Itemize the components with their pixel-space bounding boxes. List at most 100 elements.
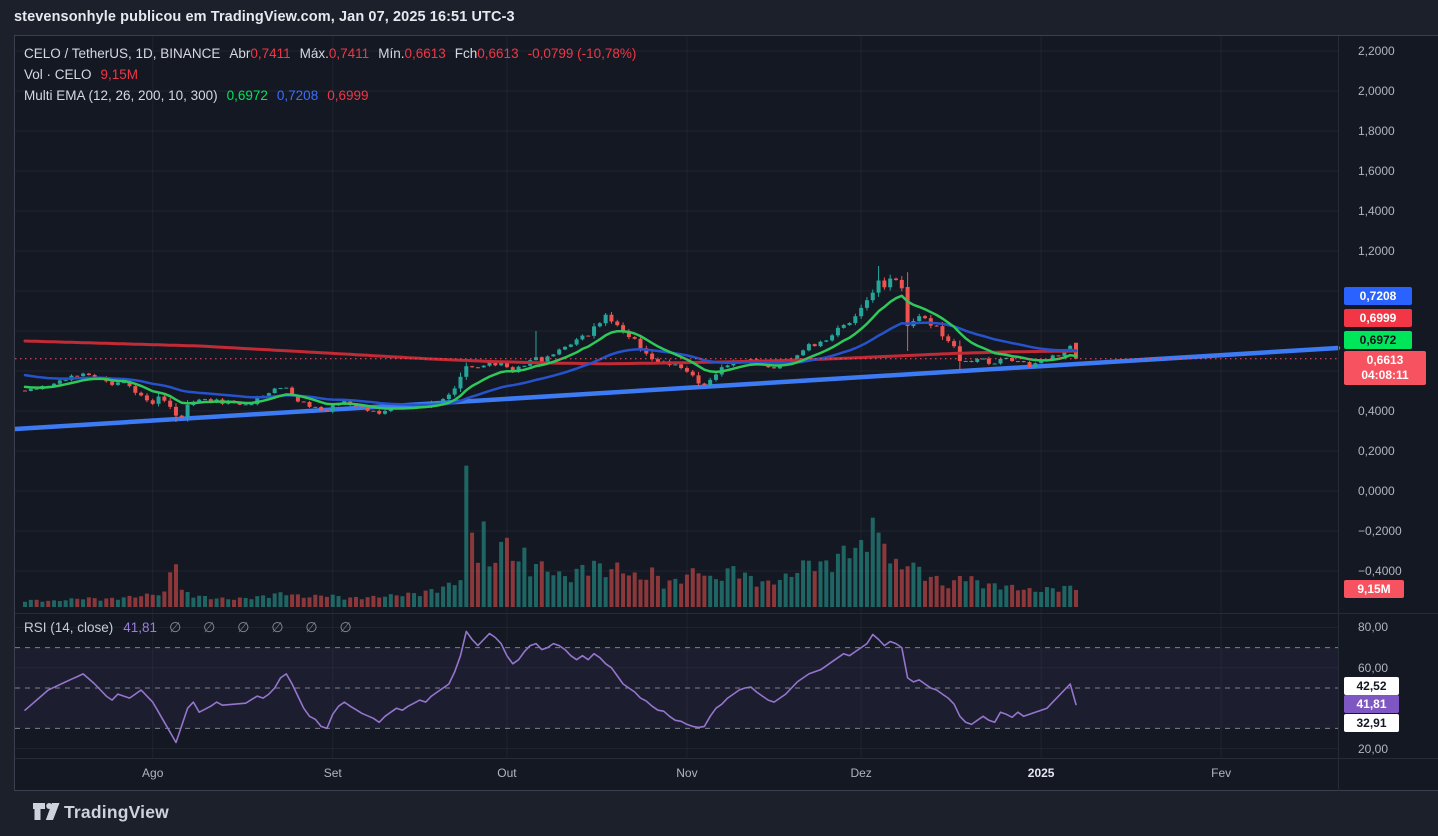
candle-body[interactable] bbox=[952, 341, 957, 347]
candle-body[interactable] bbox=[481, 365, 486, 368]
volume-bar[interactable] bbox=[34, 599, 39, 607]
ema-200-line[interactable] bbox=[23, 339, 1078, 366]
volume-bar[interactable] bbox=[353, 596, 358, 607]
volume-bar[interactable] bbox=[986, 583, 991, 607]
candle-body[interactable] bbox=[150, 400, 155, 404]
candle-body[interactable] bbox=[615, 321, 620, 326]
volume-bar[interactable] bbox=[522, 547, 527, 607]
volume-bar[interactable] bbox=[621, 573, 626, 607]
candle-body[interactable] bbox=[673, 364, 678, 366]
volume-bar[interactable] bbox=[981, 588, 986, 607]
volume-bar[interactable] bbox=[417, 596, 422, 607]
candle-body[interactable] bbox=[870, 292, 875, 301]
volume-bar[interactable] bbox=[760, 581, 765, 607]
candle-body[interactable] bbox=[1015, 361, 1020, 363]
candle-body[interactable] bbox=[812, 344, 817, 347]
volume-bar[interactable] bbox=[830, 572, 835, 607]
volume-bar[interactable] bbox=[528, 576, 533, 607]
volume-bar[interactable] bbox=[46, 600, 51, 607]
volume-bar[interactable] bbox=[313, 594, 318, 607]
volume-bar[interactable] bbox=[551, 575, 556, 607]
volume-bar[interactable] bbox=[568, 582, 573, 607]
volume-bar[interactable] bbox=[708, 575, 713, 607]
candle-body[interactable] bbox=[313, 406, 318, 408]
volume-bar[interactable] bbox=[882, 543, 887, 607]
volume-bar[interactable] bbox=[1027, 588, 1032, 607]
candle-body[interactable] bbox=[580, 335, 585, 340]
volume-bar[interactable] bbox=[63, 600, 68, 607]
volume-bar[interactable] bbox=[969, 576, 974, 607]
symbol-name[interactable]: CELO / TetherUS, 1D, BINANCE bbox=[24, 46, 220, 61]
volume-bar[interactable] bbox=[1050, 588, 1055, 607]
candle-body[interactable] bbox=[969, 360, 974, 362]
candle-body[interactable] bbox=[1033, 363, 1038, 368]
volume-bar[interactable] bbox=[615, 562, 620, 607]
candle-body[interactable] bbox=[115, 382, 120, 385]
volume-bar[interactable] bbox=[40, 601, 45, 607]
volume-bar[interactable] bbox=[324, 596, 329, 607]
volume-bar[interactable] bbox=[249, 599, 254, 607]
candle-body[interactable] bbox=[441, 399, 446, 402]
volume-bar[interactable] bbox=[52, 600, 57, 607]
volume-bar[interactable] bbox=[504, 537, 509, 607]
candle-body[interactable] bbox=[173, 406, 178, 416]
volume-bar[interactable] bbox=[557, 571, 562, 607]
candle-body[interactable] bbox=[998, 358, 1003, 364]
volume-bar[interactable] bbox=[197, 595, 202, 607]
volume-bar[interactable] bbox=[348, 597, 353, 607]
volume-bar[interactable] bbox=[626, 575, 631, 607]
volume-bar[interactable] bbox=[905, 566, 910, 607]
volume-bar[interactable] bbox=[934, 575, 939, 607]
candle-body[interactable] bbox=[458, 376, 463, 389]
volume-bar[interactable] bbox=[719, 580, 724, 607]
volume-bar[interactable] bbox=[232, 599, 237, 607]
volume-bar[interactable] bbox=[464, 465, 469, 607]
volume-bar[interactable] bbox=[237, 597, 242, 607]
volume-bar[interactable] bbox=[963, 581, 968, 607]
candle-body[interactable] bbox=[679, 364, 684, 369]
time-axis-label[interactable]: Nov bbox=[676, 766, 697, 780]
volume-bar[interactable] bbox=[150, 594, 155, 607]
candle-body[interactable] bbox=[940, 326, 945, 337]
candle-body[interactable] bbox=[609, 314, 614, 322]
volume-bar[interactable] bbox=[481, 521, 486, 607]
candle-body[interactable] bbox=[992, 363, 997, 365]
volume-bar[interactable] bbox=[690, 568, 695, 607]
volume-bar[interactable] bbox=[255, 596, 260, 607]
candle-body[interactable] bbox=[557, 349, 562, 355]
volume-bar[interactable] bbox=[208, 599, 213, 607]
volume-bar[interactable] bbox=[92, 598, 97, 607]
volume-bar[interactable] bbox=[301, 597, 306, 607]
candle-body[interactable] bbox=[684, 368, 689, 372]
volume-bar[interactable] bbox=[1039, 591, 1044, 607]
tradingview-logo-icon[interactable] bbox=[33, 803, 60, 826]
candle-body[interactable] bbox=[882, 280, 887, 288]
trendline[interactable] bbox=[15, 345, 1341, 432]
volume-bar[interactable] bbox=[1015, 590, 1020, 607]
volume-bar[interactable] bbox=[23, 601, 27, 607]
candle-body[interactable] bbox=[359, 406, 364, 408]
time-axis-label[interactable]: Out bbox=[497, 766, 516, 780]
candle-body[interactable] bbox=[57, 380, 62, 384]
volume-bar[interactable] bbox=[69, 598, 74, 607]
volume-bar[interactable] bbox=[98, 600, 103, 607]
volume-bar[interactable] bbox=[278, 592, 283, 607]
volume-bar[interactable] bbox=[632, 572, 637, 607]
volume-bar[interactable] bbox=[139, 596, 144, 607]
volume-bar[interactable] bbox=[168, 572, 173, 607]
volume-bar[interactable] bbox=[475, 562, 480, 607]
volume-bar[interactable] bbox=[1056, 591, 1061, 607]
volume-bar[interactable] bbox=[75, 598, 80, 607]
volume-bar[interactable] bbox=[673, 578, 678, 607]
candle-body[interactable] bbox=[475, 367, 480, 369]
volume-bar[interactable] bbox=[220, 597, 225, 607]
volume-bar[interactable] bbox=[992, 583, 997, 607]
volume-bar[interactable] bbox=[603, 577, 608, 607]
volume-bar[interactable] bbox=[121, 597, 126, 607]
volume-bar[interactable] bbox=[371, 595, 376, 607]
volume-bar[interactable] bbox=[533, 564, 538, 607]
volume-bar[interactable] bbox=[998, 589, 1003, 607]
tradingview-brand-text[interactable]: TradingView bbox=[64, 802, 169, 823]
volume-bar[interactable] bbox=[57, 601, 62, 607]
volume-bar[interactable] bbox=[713, 579, 718, 607]
